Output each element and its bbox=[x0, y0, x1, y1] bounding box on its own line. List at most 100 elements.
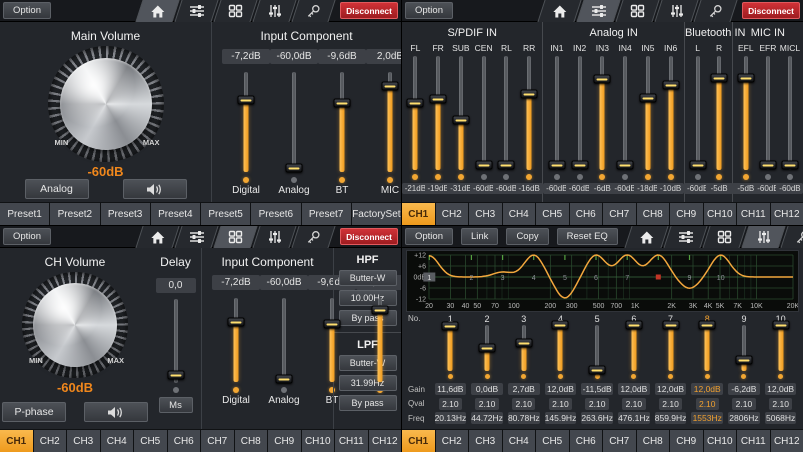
slider-handle[interactable] bbox=[430, 95, 447, 104]
main-volume-knob[interactable]: MIN MAX bbox=[48, 46, 164, 162]
level-slider[interactable] bbox=[690, 56, 706, 170]
slider-handle[interactable] bbox=[699, 321, 716, 330]
copy-button[interactable]: Copy bbox=[506, 228, 548, 245]
channel-tab-ch7[interactable]: CH7 bbox=[603, 203, 636, 225]
slider-handle[interactable] bbox=[548, 161, 565, 170]
level-slider[interactable] bbox=[382, 72, 398, 172]
nav-tab-home[interactable] bbox=[136, 0, 180, 22]
option-button[interactable]: Option bbox=[405, 228, 453, 245]
knob-face[interactable] bbox=[33, 283, 117, 367]
level-slider[interactable] bbox=[442, 325, 458, 371]
disconnect-button[interactable]: Disconnect bbox=[340, 228, 398, 245]
mute-button[interactable] bbox=[123, 179, 187, 199]
slider-handle[interactable] bbox=[286, 164, 303, 173]
nav-tab-home[interactable] bbox=[538, 0, 582, 22]
nav-tab-eq-sliders[interactable] bbox=[741, 226, 785, 248]
level-slider[interactable] bbox=[238, 72, 254, 172]
nav-tab-grid[interactable] bbox=[702, 226, 746, 248]
channel-tab-ch3[interactable]: CH3 bbox=[469, 430, 502, 452]
channel-tab-ch7[interactable]: CH7 bbox=[201, 430, 234, 452]
slider-handle[interactable] bbox=[334, 99, 351, 108]
reset-eq-button[interactable]: Reset EQ bbox=[557, 228, 618, 245]
level-slider[interactable] bbox=[572, 56, 588, 170]
level-slider[interactable] bbox=[286, 72, 302, 172]
slider-handle[interactable] bbox=[625, 321, 642, 330]
slider-handle[interactable] bbox=[552, 321, 569, 330]
channel-tab-ch2[interactable]: CH2 bbox=[436, 430, 469, 452]
channel-tab-ch4[interactable]: CH4 bbox=[503, 430, 536, 452]
level-slider[interactable] bbox=[324, 298, 340, 382]
channel-tab-ch4[interactable]: CH4 bbox=[503, 203, 536, 225]
channel-tab-ch3[interactable]: CH3 bbox=[469, 203, 502, 225]
slider-handle[interactable] bbox=[228, 317, 245, 326]
slider-handle[interactable] bbox=[689, 161, 706, 170]
link-button[interactable]: Link bbox=[461, 228, 498, 245]
level-slider[interactable] bbox=[782, 56, 798, 170]
level-slider[interactable] bbox=[168, 299, 184, 383]
level-slider[interactable] bbox=[228, 298, 244, 382]
level-slider[interactable] bbox=[552, 325, 568, 371]
level-slider[interactable] bbox=[699, 325, 715, 371]
level-slider[interactable] bbox=[476, 56, 492, 170]
level-slider[interactable] bbox=[430, 56, 446, 170]
channel-tab-ch1[interactable]: CH1 bbox=[402, 430, 435, 452]
source-analog-button[interactable]: Analog bbox=[25, 179, 89, 199]
level-slider[interactable] bbox=[549, 56, 565, 170]
slider-handle[interactable] bbox=[735, 355, 752, 364]
nav-tab-home[interactable] bbox=[136, 226, 180, 248]
channel-tab-ch11[interactable]: CH11 bbox=[335, 430, 368, 452]
preset-tab-preset1[interactable]: Preset1 bbox=[0, 203, 49, 225]
preset-tab-preset6[interactable]: Preset6 bbox=[251, 203, 300, 225]
nav-tab-input-mixer[interactable] bbox=[577, 0, 621, 22]
channel-tab-ch8[interactable]: CH8 bbox=[637, 430, 670, 452]
slider-handle[interactable] bbox=[521, 89, 538, 98]
level-slider[interactable] bbox=[738, 56, 754, 170]
channel-tab-ch10[interactable]: CH10 bbox=[704, 203, 737, 225]
level-slider[interactable] bbox=[276, 298, 292, 382]
slider-handle[interactable] bbox=[167, 370, 184, 379]
slider-handle[interactable] bbox=[452, 115, 469, 124]
level-slider[interactable] bbox=[617, 56, 633, 170]
channel-tab-ch10[interactable]: CH10 bbox=[704, 430, 737, 452]
slider-handle[interactable] bbox=[772, 321, 789, 330]
channel-tab-ch7[interactable]: CH7 bbox=[603, 430, 636, 452]
level-slider[interactable] bbox=[521, 56, 537, 170]
slider-handle[interactable] bbox=[475, 161, 492, 170]
hpf-type-button[interactable]: Butter-W bbox=[339, 270, 397, 286]
channel-tab-ch5[interactable]: CH5 bbox=[536, 203, 569, 225]
channel-tab-ch6[interactable]: CH6 bbox=[570, 430, 603, 452]
mute-button[interactable] bbox=[84, 402, 148, 422]
slider-handle[interactable] bbox=[276, 374, 293, 383]
level-slider[interactable] bbox=[663, 56, 679, 170]
level-slider[interactable] bbox=[663, 325, 679, 371]
channel-tab-ch5[interactable]: CH5 bbox=[536, 430, 569, 452]
channel-tab-ch2[interactable]: CH2 bbox=[436, 203, 469, 225]
slider-handle[interactable] bbox=[238, 96, 255, 105]
slider-handle[interactable] bbox=[639, 94, 656, 103]
nav-tab-grid[interactable] bbox=[214, 0, 258, 22]
level-slider[interactable] bbox=[372, 298, 388, 382]
slider-handle[interactable] bbox=[324, 320, 341, 329]
channel-tab-ch8[interactable]: CH8 bbox=[235, 430, 268, 452]
level-slider[interactable] bbox=[736, 325, 752, 371]
channel-tab-ch5[interactable]: CH5 bbox=[134, 430, 167, 452]
level-slider[interactable] bbox=[626, 325, 642, 371]
level-slider[interactable] bbox=[594, 56, 610, 170]
level-slider[interactable] bbox=[711, 56, 727, 170]
slider-handle[interactable] bbox=[711, 73, 728, 82]
slider-handle[interactable] bbox=[662, 80, 679, 89]
channel-tab-ch9[interactable]: CH9 bbox=[268, 430, 301, 452]
lpf-bypass-button[interactable]: By pass bbox=[339, 395, 397, 411]
nav-tab-eq-sliders[interactable] bbox=[253, 226, 297, 248]
level-slider[interactable] bbox=[334, 72, 350, 172]
channel-tab-ch1[interactable]: CH1 bbox=[402, 203, 435, 225]
disconnect-button[interactable]: Disconnect bbox=[340, 2, 398, 19]
level-slider[interactable] bbox=[479, 325, 495, 371]
channel-tab-ch11[interactable]: CH11 bbox=[737, 203, 770, 225]
slider-handle[interactable] bbox=[594, 74, 611, 83]
channel-tab-ch6[interactable]: CH6 bbox=[168, 430, 201, 452]
eq-response-graph[interactable]: +12+60dB-6-1220304050701002003005007001K… bbox=[406, 250, 799, 312]
slider-handle[interactable] bbox=[515, 338, 532, 347]
slider-handle[interactable] bbox=[407, 98, 424, 107]
slider-handle[interactable] bbox=[662, 321, 679, 330]
